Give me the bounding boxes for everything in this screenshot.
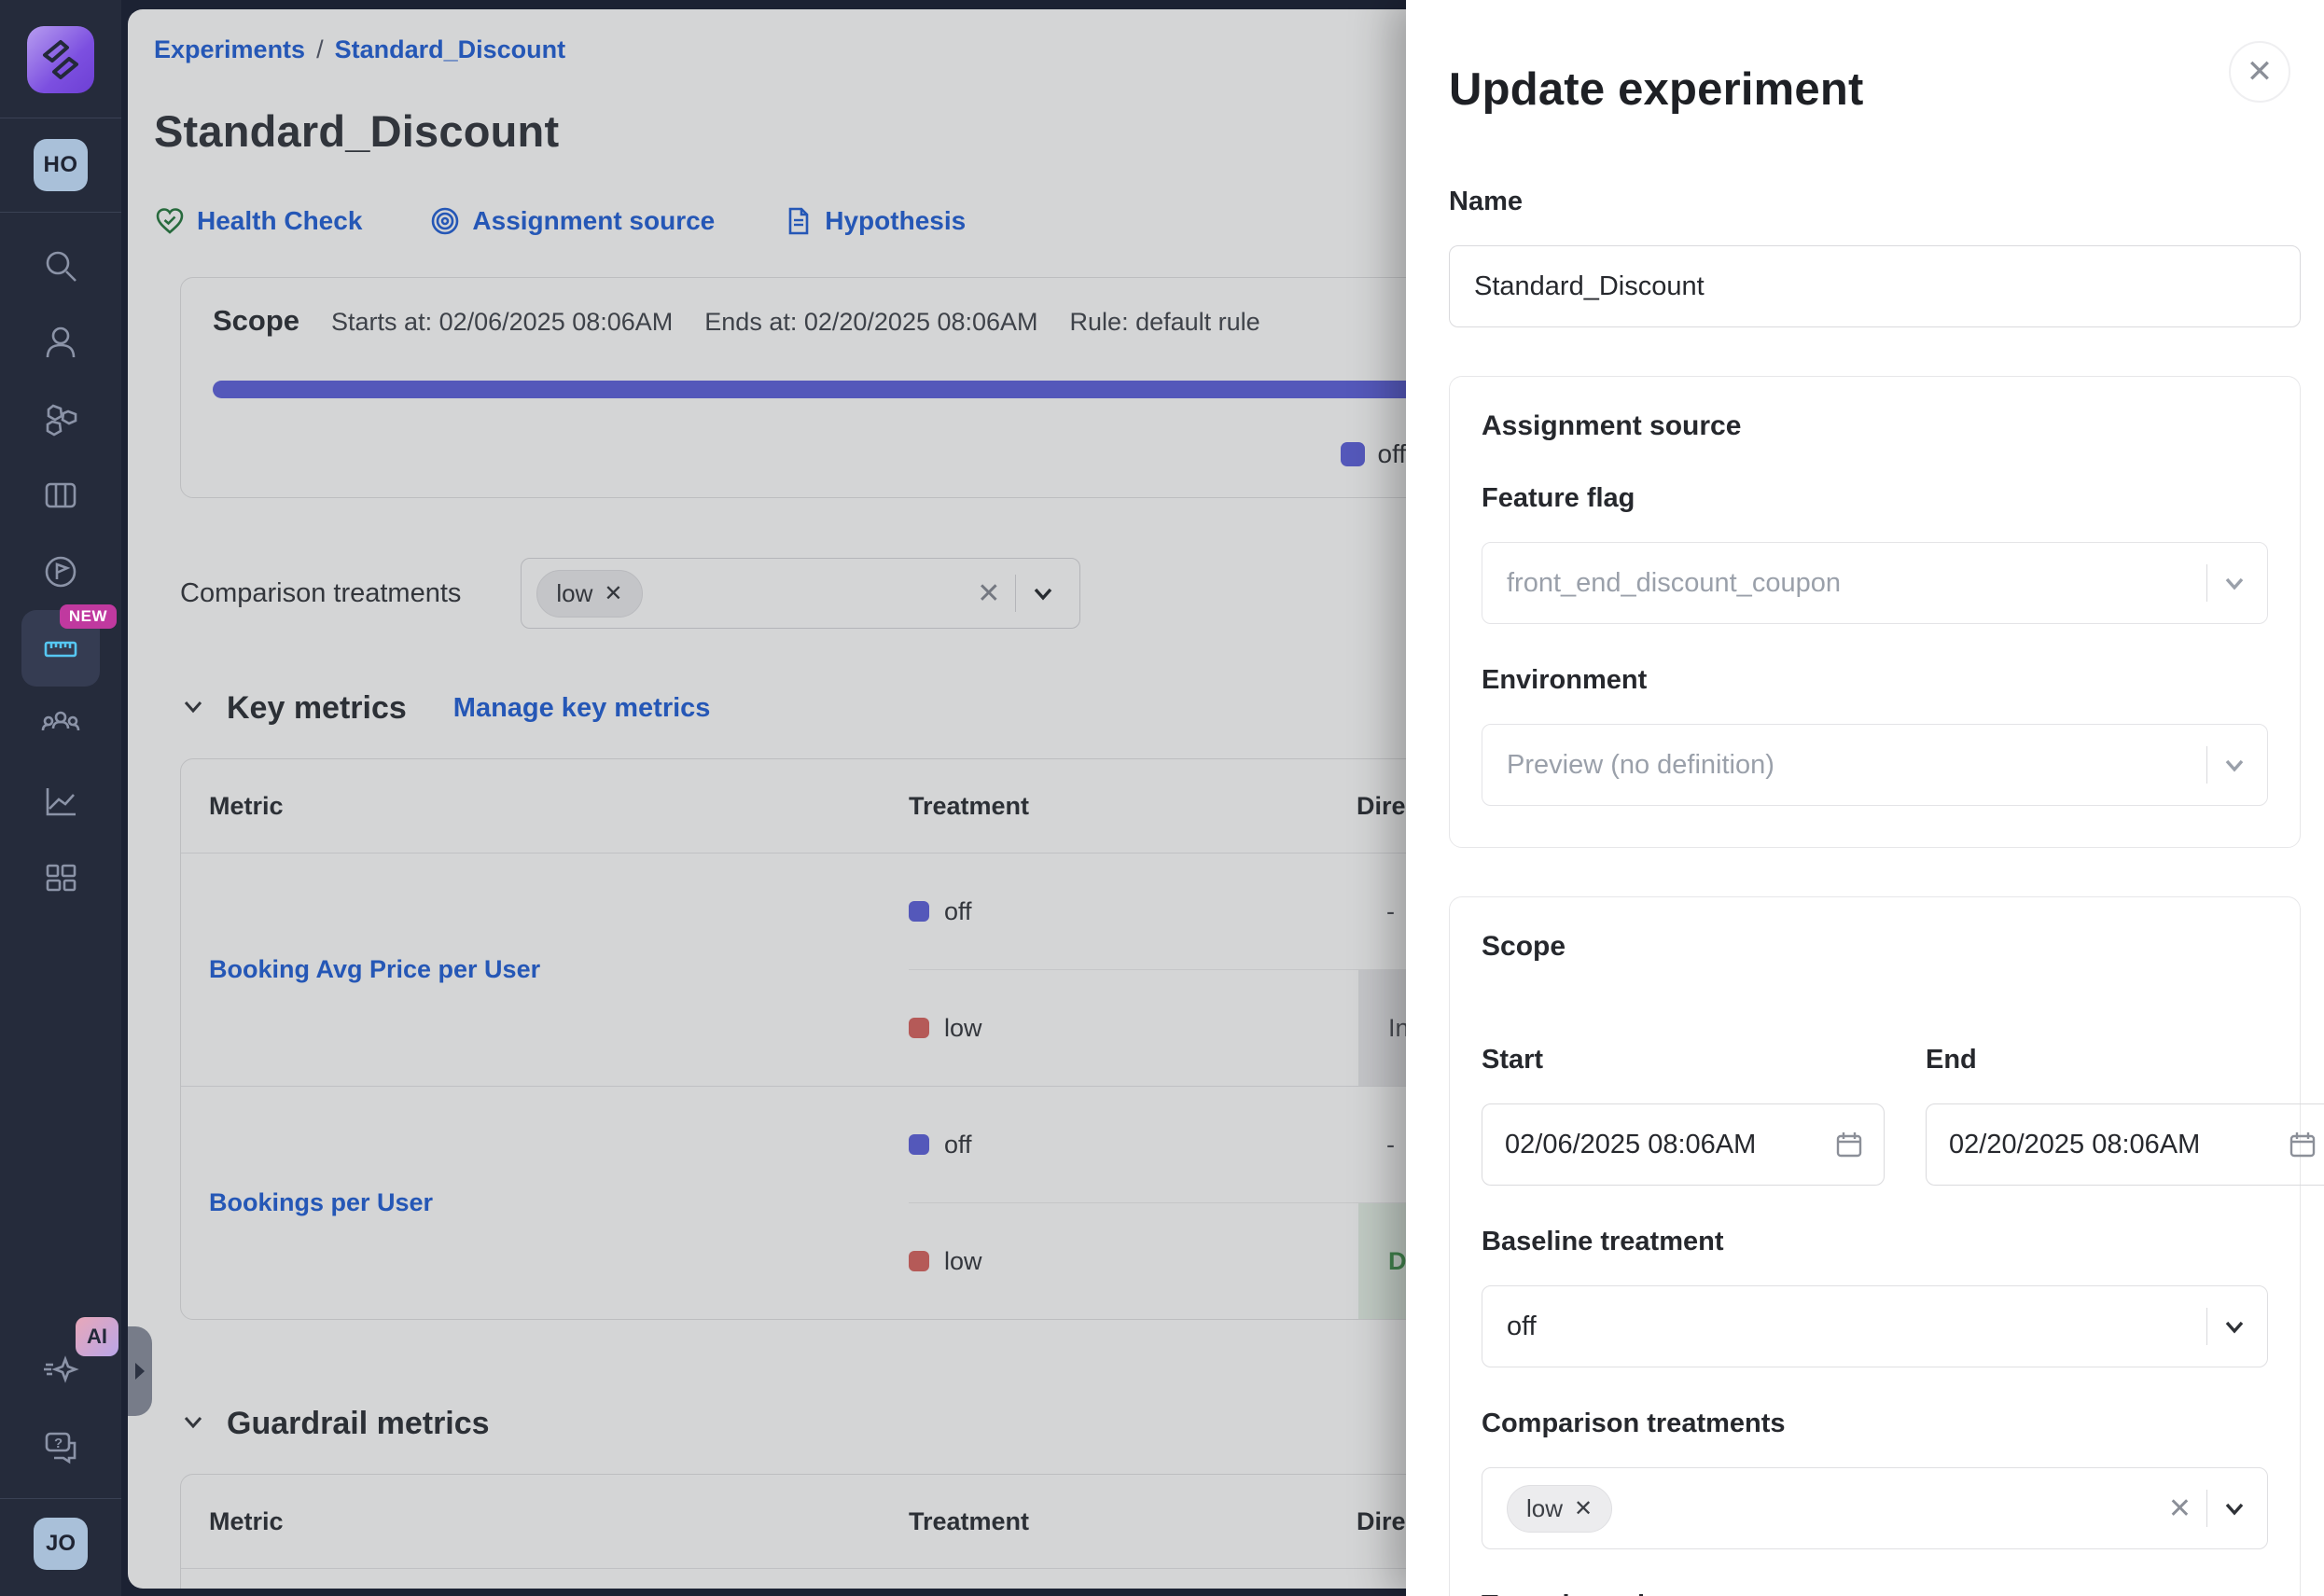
name-value: Standard_Discount [1474,271,1705,302]
feature-flag-value: front_end_discount_coupon [1507,568,1841,599]
select-clear-icon[interactable]: ✕ [2153,1492,2206,1525]
sidebar-divider [0,212,121,213]
feature-flag-label: Feature flag [1482,483,2268,514]
scope-title: Scope [1482,931,2268,963]
user-avatar[interactable]: JO [34,1518,88,1570]
name-input[interactable]: Standard_Discount [1449,245,2301,327]
sidebar-item-dashboards[interactable] [21,840,100,916]
sidebar-item-help[interactable]: ? [21,1409,100,1485]
panel-title: Update experiment [1449,63,2301,116]
chip-label: low [1526,1494,1563,1523]
chevron-down-icon [2207,571,2254,595]
treatment-chip-low[interactable]: low ✕ [1507,1485,1612,1533]
ai-badge: AI [76,1317,118,1356]
chevron-down-icon [2207,753,2254,777]
sidebar-item-users[interactable] [21,304,100,381]
logo-glyph [39,38,82,81]
workspace-avatar[interactable]: HO [34,139,88,191]
update-experiment-panel: ✕ Update experiment Name Standard_Discou… [1406,0,2324,1596]
comparison-treatments-select[interactable]: low ✕ ✕ [1482,1467,2268,1549]
start-label: Start [1482,1045,1885,1076]
close-button[interactable]: ✕ [2229,41,2290,103]
feature-flag-select[interactable]: front_end_discount_coupon [1482,542,2268,624]
sidebar-item-search[interactable] [21,228,100,304]
sidebar-item-segments[interactable] [21,381,100,457]
close-icon: ✕ [2247,53,2274,90]
comparison-treatments-label: Comparison treatments [1482,1409,2268,1439]
chevron-down-icon[interactable] [2207,1496,2254,1520]
sparkle-icon [40,1350,81,1391]
people-group-icon [40,704,81,745]
sidebar-item-audiences[interactable] [21,687,100,763]
name-label: Name [1449,187,2301,217]
flag-circle-icon [40,551,81,592]
svg-text:?: ? [54,1436,63,1451]
search-icon [40,245,81,286]
start-date-input[interactable]: 02/06/2025 08:06AM [1482,1103,1885,1186]
sidebar-item-ai-assistant[interactable]: AI [21,1332,100,1409]
sidebar-item-sessions[interactable] [21,534,100,610]
sidebar: HO [0,0,121,1596]
calendar-icon [1833,1129,1865,1160]
environment-value: Preview (no definition) [1507,750,1774,781]
start-date-value: 02/06/2025 08:06AM [1505,1130,1756,1160]
assignment-source-card: Assignment source Feature flag front_end… [1449,376,2301,848]
baseline-treatment-value: off [1507,1311,1537,1342]
line-chart-icon [40,781,81,822]
hexagons-icon [40,398,81,439]
sidebar-item-feature-flags[interactable] [21,457,100,534]
sidebar-divider [0,1498,121,1499]
chip-remove-icon[interactable]: ✕ [1574,1495,1593,1522]
environment-select[interactable]: Preview (no definition) [1482,724,2268,806]
targeting-rule-label: Targeting rule [1482,1590,2268,1596]
scope-card: Scope Start 02/06/2025 08:06AM End 02/20… [1449,896,2301,1596]
ruler-icon [40,628,81,669]
end-label: End [1926,1045,2324,1076]
calendar-icon [2287,1129,2318,1160]
sidebar-item-analytics[interactable] [21,763,100,840]
chevron-down-icon[interactable] [2207,1314,2254,1339]
sidebar-item-experiments-active[interactable]: NEW [21,610,100,687]
assignment-source-title: Assignment source [1482,410,2268,442]
user-icon [40,322,81,363]
end-date-value: 02/20/2025 08:06AM [1949,1130,2200,1160]
baseline-treatment-select[interactable]: off [1482,1285,2268,1367]
columns-icon [40,475,81,516]
baseline-treatment-label: Baseline treatment [1482,1227,2268,1257]
app-logo[interactable] [27,26,94,93]
new-badge: NEW [60,604,117,629]
help-chat-icon: ? [40,1426,81,1467]
dashboard-tiles-icon [40,857,81,898]
environment-label: Environment [1482,665,2268,696]
end-date-input[interactable]: 02/20/2025 08:06AM [1926,1103,2324,1186]
